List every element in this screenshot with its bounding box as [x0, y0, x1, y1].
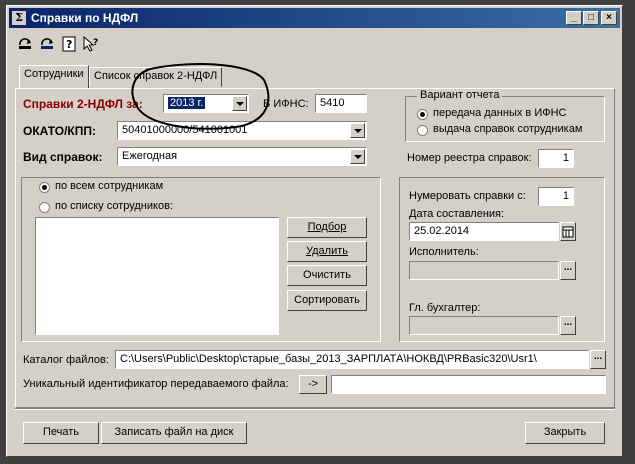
close-window-button[interactable]: ×: [601, 11, 617, 25]
whats-this-icon[interactable]: ?: [81, 35, 101, 54]
all-employees-radio[interactable]: [39, 182, 50, 193]
kind-value: Ежегодная: [122, 150, 178, 162]
list-employees-radio[interactable]: [39, 202, 50, 213]
refresh-alt-icon[interactable]: [37, 36, 57, 54]
numbering-input[interactable]: 1: [538, 187, 574, 206]
variant-employees-label[interactable]: выдача справок сотрудникам: [433, 123, 582, 135]
date-input[interactable]: 25.02.2014: [409, 222, 559, 241]
date-label: Дата составления:: [409, 208, 505, 220]
highlight-circle-annotation: [131, 63, 270, 130]
all-employees-label[interactable]: по всем сотрудникам: [55, 180, 163, 192]
pick-button[interactable]: Подбор: [287, 217, 367, 238]
svg-text:?: ?: [93, 38, 98, 48]
minimize-button[interactable]: _: [566, 11, 582, 25]
footer-divider: [15, 408, 615, 410]
chevron-down-icon[interactable]: [350, 149, 365, 164]
sort-button[interactable]: Сортировать: [287, 290, 367, 311]
clear-button[interactable]: Очистить: [287, 265, 367, 286]
accountant-browse-button[interactable]: ...: [560, 316, 576, 335]
accountant-input[interactable]: [409, 316, 559, 335]
chevron-down-icon[interactable]: [350, 123, 365, 138]
executor-input[interactable]: [409, 261, 559, 280]
write-file-button[interactable]: Записать файл на диск: [101, 422, 247, 444]
sort-button-label: Сортировать: [294, 294, 360, 306]
refresh-icon[interactable]: [15, 36, 35, 54]
maximize-button[interactable]: □: [583, 11, 599, 25]
employees-list[interactable]: [35, 217, 279, 335]
variant-title: Вариант отчета: [417, 89, 503, 101]
delete-button-label: Удалить: [306, 245, 348, 257]
file-id-label: Уникальный идентификатор передаваемого ф…: [23, 378, 289, 390]
variant-group: [405, 96, 605, 142]
catalog-input[interactable]: C:\Users\Public\Desktop\старые_базы_2013…: [115, 350, 589, 369]
catalog-label: Каталог файлов:: [23, 354, 109, 366]
variant-ifns-radio[interactable]: [417, 109, 428, 120]
executor-label: Исполнитель:: [409, 246, 479, 258]
accountant-label: Гл. бухгалтер:: [409, 302, 481, 314]
kind-label: Вид справок:: [23, 150, 103, 164]
executor-browse-button[interactable]: ...: [560, 261, 576, 280]
ifns-input[interactable]: 5410: [315, 94, 367, 113]
generate-id-button[interactable]: ->: [299, 375, 327, 394]
help-icon[interactable]: ?: [59, 36, 79, 54]
pick-button-label: Подбор: [307, 221, 347, 233]
report-year-label: Справки 2-НДФЛ за:: [23, 97, 143, 111]
tab-employees[interactable]: Сотрудники: [19, 65, 89, 88]
window-title: Справки по НДФЛ: [31, 11, 139, 25]
calendar-icon[interactable]: [560, 222, 576, 241]
variant-ifns-label[interactable]: передача данных в ИФНС: [433, 107, 566, 119]
svg-text:?: ?: [66, 38, 72, 51]
kind-select[interactable]: Ежегодная: [117, 147, 367, 166]
okato-label: ОКАТО/КПП:: [23, 124, 96, 138]
delete-button[interactable]: Удалить: [287, 241, 367, 262]
list-employees-label[interactable]: по списку сотрудников:: [55, 200, 173, 212]
app-icon: Σ: [12, 11, 26, 25]
catalog-browse-button[interactable]: ...: [590, 350, 606, 369]
ndfl-window: Σ Справки по НДФЛ _ □ × ? ? Сотрудники С…: [6, 5, 623, 457]
clear-button-label: Очистить: [303, 269, 351, 281]
close-button[interactable]: Закрыть: [525, 422, 605, 444]
file-id-input[interactable]: [331, 375, 606, 394]
variant-employees-radio[interactable]: [417, 125, 428, 136]
registry-label: Номер реестра справок:: [407, 152, 532, 164]
title-bar: Σ Справки по НДФЛ _ □ ×: [9, 8, 620, 28]
print-button[interactable]: Печать: [23, 422, 99, 444]
registry-input[interactable]: 1: [538, 149, 574, 168]
numbering-label: Нумеровать справки с:: [409, 190, 526, 202]
